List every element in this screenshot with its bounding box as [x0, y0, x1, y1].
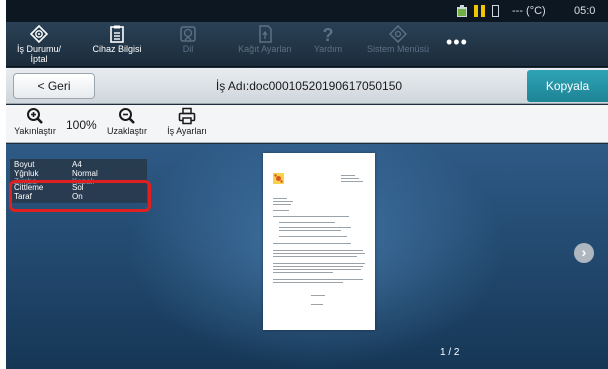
pause-icon: [474, 5, 486, 17]
system-menu-button[interactable]: Sistem Menüsü: [362, 22, 434, 67]
job-status-label: İş Durumu/: [16, 44, 61, 54]
info-value: Normal: [72, 168, 98, 178]
paper-settings-icon: [259, 25, 272, 43]
zoom-out-icon: [119, 108, 135, 124]
job-name: İş Adı:doc00010520190617050150: [215, 79, 403, 93]
help-label: Yardım: [313, 44, 343, 54]
copy-button[interactable]: Kopyala: [527, 70, 608, 102]
top-toolbar: İş Durumu/ İptal Cihaz Bilgisi Dil Kağıt…: [6, 22, 608, 67]
binding-highlight: [9, 180, 151, 212]
toner-icon: [457, 5, 467, 17]
device-info-label: Cihaz Bilgisi: [92, 44, 142, 54]
letterhead-logo: [273, 173, 284, 184]
back-button[interactable]: < Geri: [13, 73, 95, 99]
language-icon: [180, 26, 196, 42]
job-status-button[interactable]: İş Durumu/ İptal: [10, 22, 68, 67]
chevron-right-icon: ›: [581, 244, 587, 260]
preview-area[interactable]: Boyut A4 Yğnluk Normal Zımba Kapalı Citt…: [6, 144, 608, 369]
more-menu-button[interactable]: •••: [446, 32, 468, 53]
clock: 05:0: [574, 5, 596, 17]
system-menu-icon: [389, 25, 407, 43]
zoom-in-button[interactable]: Yakınlaştır: [12, 107, 58, 136]
zoom-in-icon: [27, 108, 43, 124]
job-settings-icon: [178, 107, 196, 125]
help-icon: ?: [323, 25, 334, 43]
zoom-level: 100%: [66, 118, 97, 132]
zoom-out-label: Uzaklaştır: [106, 126, 147, 136]
system-menu-label: Sistem Menüsü: [366, 44, 430, 54]
paper-settings-label: Kağıt Ayarları: [238, 44, 292, 54]
next-page-button[interactable]: ›: [574, 243, 594, 263]
job-settings-button[interactable]: İş Ayarları: [162, 107, 212, 136]
paper-settings-button[interactable]: Kağıt Ayarları: [232, 22, 298, 67]
language-label: Dil: [182, 44, 194, 54]
page-indicator: 1 / 2: [440, 347, 460, 358]
zoom-bar: Yakınlaştır 100% Uzaklaştır İş Ayarları: [6, 105, 608, 143]
memory-card-icon: [492, 5, 499, 17]
help-button[interactable]: ? Yardım: [306, 22, 350, 67]
device-info-icon: [110, 25, 124, 43]
status-bar: --- (°C) 05:0: [6, 0, 608, 22]
screen: --- (°C) 05:0 İş Durumu/ İptal Cihaz Bil…: [6, 0, 608, 369]
job-settings-label: İş Ayarları: [167, 126, 207, 136]
info-row: Yğnluk Normal: [10, 168, 147, 179]
zoom-out-button[interactable]: Uzaklaştır: [104, 107, 150, 136]
page-thumbnail[interactable]: [263, 153, 375, 330]
temperature-readout: --- (°C): [512, 5, 546, 17]
device-info-button[interactable]: Cihaz Bilgisi: [84, 22, 150, 67]
language-button[interactable]: Dil: [166, 22, 210, 67]
info-key: Yğnluk: [14, 168, 39, 178]
zoom-in-label: Yakınlaştır: [14, 126, 56, 136]
job-status-icon: [30, 25, 48, 43]
job-status-label-2: İptal: [30, 54, 48, 64]
job-header: < Geri İş Adı:doc00010520190617050150 Ko…: [6, 68, 608, 104]
svg-text:?: ?: [323, 25, 334, 43]
